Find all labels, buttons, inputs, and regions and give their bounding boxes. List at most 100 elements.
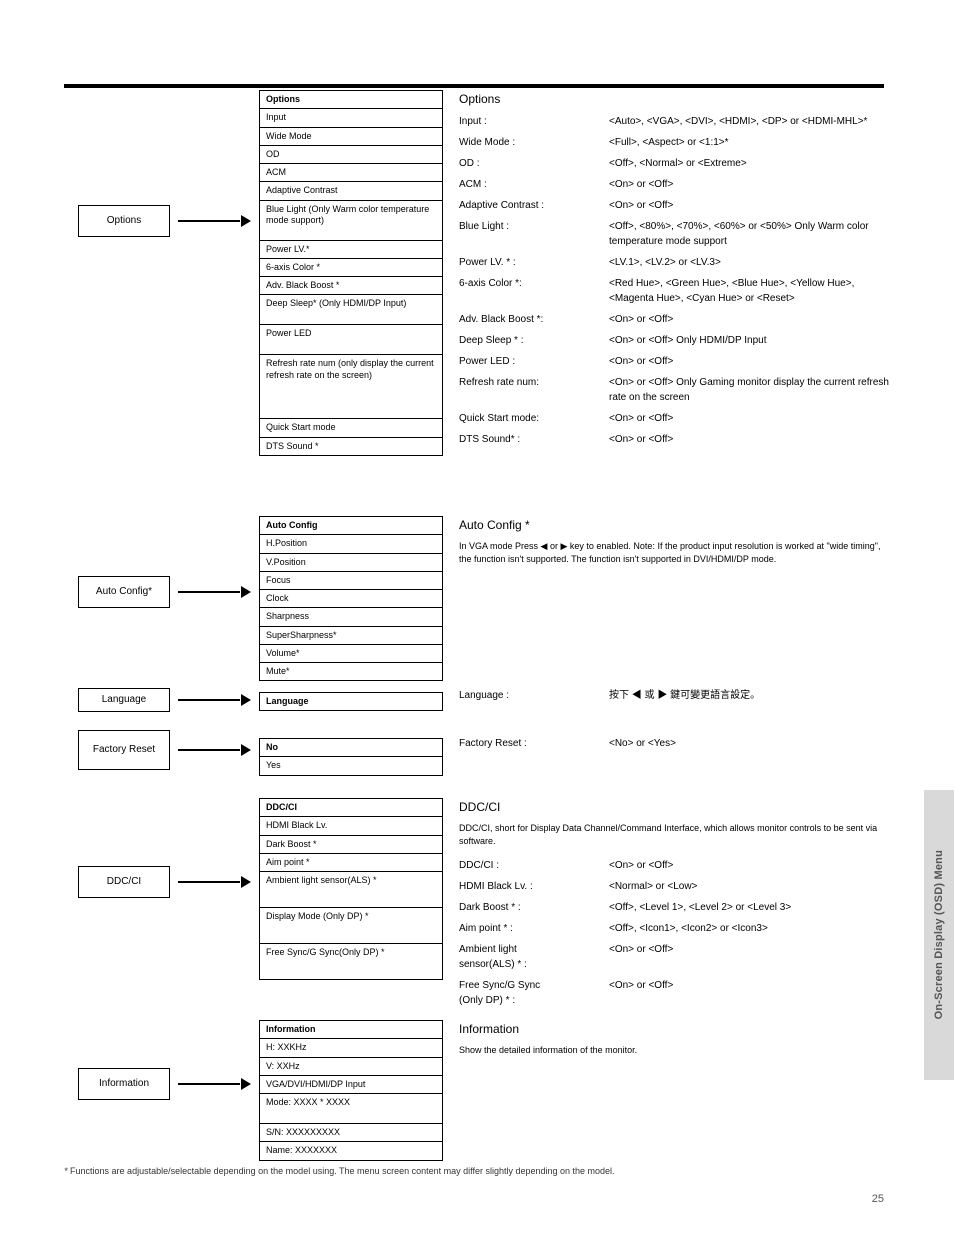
label-information: Information bbox=[78, 1068, 170, 1100]
k: Aim point * : bbox=[459, 921, 599, 936]
v: 按下 ◀ 或 ▶ 鍵可變更語言設定。 bbox=[609, 688, 889, 703]
menu-row: Adaptive Contrast bbox=[260, 181, 442, 199]
desc-ddcci: DDC/CI DDC/CI, short for Display Data Ch… bbox=[459, 798, 889, 1014]
menu-row: Adv. Black Boost * bbox=[260, 276, 442, 294]
desc-pair: Ambient light sensor(ALS) * : <On> or <Of… bbox=[459, 942, 889, 972]
v: <On> or <Off> bbox=[609, 942, 889, 972]
menu-row: 6-axis Color * bbox=[260, 258, 442, 276]
k: Free Sync/G Sync (Only DP) * : bbox=[459, 978, 599, 1008]
cell: DTS Sound * bbox=[266, 441, 319, 451]
v: <On> or <Off> bbox=[609, 312, 889, 327]
cell: Mute* bbox=[266, 666, 290, 676]
k: DDC/CI : bbox=[459, 858, 599, 873]
k: DTS Sound* : bbox=[459, 432, 599, 447]
menu-row: Aim point * bbox=[260, 853, 442, 871]
page-top-rule bbox=[64, 84, 884, 88]
page-number: 25 bbox=[64, 1193, 884, 1205]
cell: H: XXKHz bbox=[266, 1042, 307, 1052]
menu-row: Power LV.* bbox=[260, 240, 442, 258]
menu-row: Clock bbox=[260, 589, 442, 607]
k: Language : bbox=[459, 688, 599, 703]
k: Power LED : bbox=[459, 354, 599, 369]
menu-factory-reset: No Yes bbox=[259, 738, 443, 776]
k: 6-axis Color *: bbox=[459, 276, 599, 306]
desc-title: Options bbox=[459, 90, 889, 108]
desc-title: Information bbox=[459, 1020, 889, 1038]
menu-row: Volume* bbox=[260, 644, 442, 662]
desc-pair: Adv. Black Boost *:<On> or <Off> bbox=[459, 312, 889, 327]
menu-row: HDMI Black Lv. bbox=[260, 816, 442, 834]
v: <LV.1>, <LV.2> or <LV.3> bbox=[609, 255, 889, 270]
menu-row: Deep Sleep* (Only HDMI/DP Input) bbox=[260, 294, 442, 324]
desc-title: Auto Config * bbox=[459, 516, 889, 534]
k: OD : bbox=[459, 156, 599, 171]
cell: Ambient light sensor(ALS) * bbox=[266, 875, 377, 885]
desc-information: Information Show the detailed informatio… bbox=[459, 1020, 889, 1057]
desc-pair: OD :<Off>, <Normal> or <Extreme> bbox=[459, 156, 889, 171]
v: <On> or <Off> bbox=[609, 354, 889, 369]
menu-row: DTS Sound * bbox=[260, 437, 442, 455]
label-factory-reset: Factory Reset bbox=[78, 730, 170, 770]
desc-pair: Wide Mode : <Full>, <Aspect> or <1:1>* bbox=[459, 135, 889, 150]
desc-auto-config: Auto Config * In VGA mode Press ◀ or ▶ k… bbox=[459, 516, 889, 566]
label-ddcci: DDC/CI bbox=[78, 866, 170, 898]
cell: Name: XXXXXXX bbox=[266, 1145, 337, 1155]
menu-row: S/N: XXXXXXXXX bbox=[260, 1123, 442, 1141]
k: Wide Mode : bbox=[459, 135, 599, 150]
desc-note: Show the detailed information of the mon… bbox=[459, 1044, 889, 1057]
menu-row: Free Sync/G Sync(Only DP) * bbox=[260, 943, 442, 979]
cell: V: XXHz bbox=[266, 1061, 300, 1071]
v: <On> or <Off> Only Gaming monitor displa… bbox=[609, 375, 889, 405]
label-text: Options bbox=[107, 215, 141, 228]
cell: Free Sync/G Sync(Only DP) * bbox=[266, 947, 385, 957]
menu-row: Display Mode (Only DP) * bbox=[260, 907, 442, 943]
menu-row: Mode: XXXX * XXXX bbox=[260, 1093, 442, 1123]
k: HDMI Black Lv. : bbox=[459, 879, 599, 894]
cell: Mode: XXXX * XXXX bbox=[266, 1097, 350, 1107]
cell: Volume* bbox=[266, 648, 300, 658]
k: Blue Light : bbox=[459, 219, 599, 249]
label-language: Language bbox=[78, 688, 170, 712]
cell: Display Mode (Only DP) * bbox=[266, 911, 369, 921]
menu-row: H: XXKHz bbox=[260, 1038, 442, 1056]
desc-language: Language : 按下 ◀ 或 ▶ 鍵可變更語言設定。 bbox=[459, 688, 889, 709]
cell: Quick Start mode bbox=[266, 422, 336, 432]
cell: OD bbox=[266, 149, 280, 159]
menu-row: Yes bbox=[260, 756, 442, 774]
v: <Auto>, <VGA>, <DVI>, <HDMI>, <DP> or <H… bbox=[609, 114, 889, 129]
title-text: DDC/CI bbox=[459, 798, 599, 816]
desc-pair: Refresh rate num: <On> or <Off> Only Gami… bbox=[459, 375, 889, 405]
k: Ambient light sensor(ALS) * : bbox=[459, 942, 599, 972]
k: Dark Boost * : bbox=[459, 900, 599, 915]
k: Factory Reset : bbox=[459, 736, 599, 751]
cell: Adv. Black Boost * bbox=[266, 280, 339, 290]
menu-row: Mute* bbox=[260, 662, 442, 680]
cell: No bbox=[266, 742, 278, 752]
desc-note: DDC/CI, short for Display Data Channel/C… bbox=[459, 822, 889, 848]
label-text: Auto Config* bbox=[96, 586, 152, 599]
k: Input : bbox=[459, 114, 599, 129]
menu-row: V.Position bbox=[260, 553, 442, 571]
desc-pair: Power LV. * :<LV.1>, <LV.2> or <LV.3> bbox=[459, 255, 889, 270]
menu-row: Options bbox=[260, 91, 442, 108]
k: Refresh rate num: bbox=[459, 375, 599, 405]
cell: Options bbox=[266, 94, 300, 104]
desc-note: In VGA mode Press ◀ or ▶ key to enabled.… bbox=[459, 540, 889, 566]
menu-options: Options Input Wide Mode OD ACM Adaptive … bbox=[259, 90, 443, 456]
cell: Input bbox=[266, 112, 286, 122]
v: <On> or <Off> bbox=[609, 978, 889, 1008]
cell: ACM bbox=[266, 167, 286, 177]
cell: Deep Sleep* (Only HDMI/DP Input) bbox=[266, 298, 406, 308]
cell: Refresh rate num (only display the curre… bbox=[266, 358, 434, 379]
menu-row: Language bbox=[260, 693, 442, 710]
v: <No> or <Yes> bbox=[609, 736, 889, 751]
v: <Full>, <Aspect> or <1:1>* bbox=[609, 135, 889, 150]
label-text: DDC/CI bbox=[107, 876, 141, 889]
desc-pair: Free Sync/G Sync (Only DP) * : <On> or <O… bbox=[459, 978, 889, 1008]
cell: V.Position bbox=[266, 557, 306, 567]
v: <On> or <Off> bbox=[609, 858, 889, 873]
cell: Information bbox=[266, 1024, 316, 1034]
desc-factory-reset: Factory Reset : <No> or <Yes> bbox=[459, 736, 889, 757]
menu-row: H.Position bbox=[260, 534, 442, 552]
desc-pair: Adaptive Contrast :<On> or <Off> bbox=[459, 198, 889, 213]
